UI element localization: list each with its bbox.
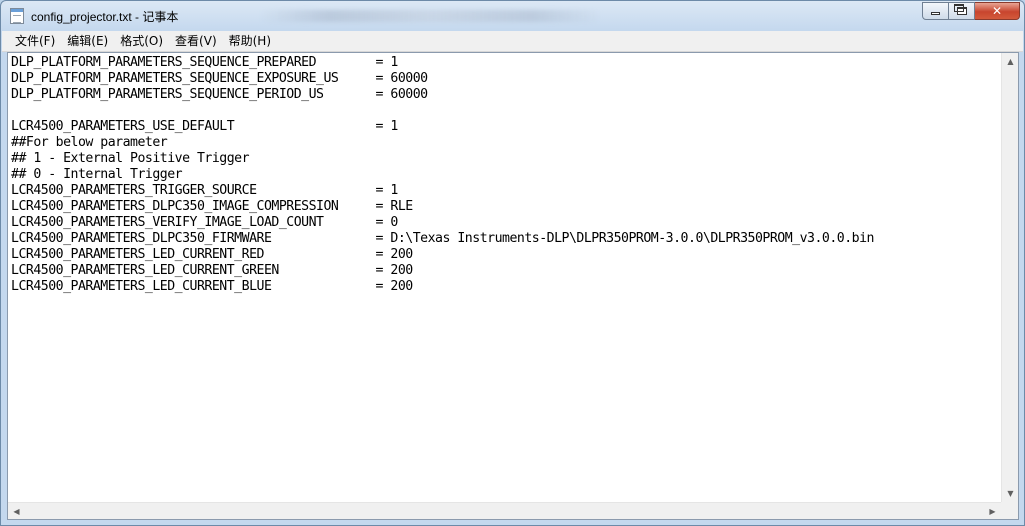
text-line: LCR4500_PARAMETERS_VERIFY_IMAGE_LOAD_COU… [11, 215, 398, 230]
text-line: LCR4500_PARAMETERS_TRIGGER_SOURCE = 1 [11, 183, 398, 198]
text-line [11, 103, 1001, 119]
scrollbar-corner [1001, 502, 1018, 519]
text-line: DLP_PLATFORM_PARAMETERS_SEQUENCE_PREPARE… [11, 55, 398, 70]
window-title: config_projector.txt - 记事本 [31, 10, 179, 24]
arrow-right-icon[interactable]: ▶ [984, 503, 1001, 520]
text-editor[interactable]: DLP_PLATFORM_PARAMETERS_SEQUENCE_PREPARE… [7, 52, 1019, 520]
text-line: LCR4500_PARAMETERS_LED_CURRENT_BLUE = 20… [11, 279, 413, 294]
text-line: LCR4500_PARAMETERS_DLPC350_IMAGE_COMPRES… [11, 199, 413, 214]
menu-bar: 文件(F) 编辑(E) 格式(O) 查看(V) 帮助(H) [2, 31, 1023, 52]
text-line: LCR4500_PARAMETERS_USE_DEFAULT = 1 [11, 119, 398, 134]
notepad-window: config_projector.txt - 记事本 ✕ 文件(F) 编辑(E)… [0, 0, 1025, 526]
menu-view[interactable]: 查看(V) [169, 31, 223, 51]
text-line: ## 1 - External Positive Trigger [11, 151, 250, 166]
vertical-scrollbar[interactable]: ▲ ▼ [1001, 53, 1018, 502]
text-line: LCR4500_PARAMETERS_LED_CURRENT_GREEN = 2… [11, 263, 413, 278]
arrow-left-icon[interactable]: ◀ [8, 503, 25, 520]
text-line: ## 0 - Internal Trigger [11, 167, 183, 182]
minimize-icon [931, 12, 940, 15]
minimize-button[interactable] [922, 2, 949, 20]
menu-edit[interactable]: 编辑(E) [61, 31, 114, 51]
menu-file[interactable]: 文件(F) [2, 31, 61, 51]
text-line: ##For below parameter [11, 135, 168, 150]
notepad-icon[interactable] [10, 8, 24, 24]
title-bar[interactable]: config_projector.txt - 记事本 ✕ [1, 1, 1024, 31]
close-button[interactable]: ✕ [975, 2, 1020, 20]
maximize-icon [953, 4, 967, 15]
menu-format[interactable]: 格式(O) [114, 31, 169, 51]
arrow-down-icon[interactable]: ▼ [1002, 485, 1019, 502]
text-line: LCR4500_PARAMETERS_DLPC350_FIRMWARE = D:… [11, 231, 875, 246]
text-line: DLP_PLATFORM_PARAMETERS_SEQUENCE_PERIOD_… [11, 87, 428, 102]
text-content[interactable]: DLP_PLATFORM_PARAMETERS_SEQUENCE_PREPARE… [8, 53, 1001, 502]
window-controls: ✕ [922, 2, 1020, 21]
text-line: LCR4500_PARAMETERS_LED_CURRENT_RED = 200 [11, 247, 413, 262]
text-line: DLP_PLATFORM_PARAMETERS_SEQUENCE_EXPOSUR… [11, 71, 428, 86]
horizontal-scrollbar[interactable]: ◀ ▶ [8, 502, 1001, 519]
redacted-title-area [261, 10, 601, 22]
menu-help[interactable]: 帮助(H) [223, 31, 277, 51]
maximize-button[interactable] [949, 2, 975, 20]
close-icon: ✕ [991, 4, 1003, 18]
arrow-up-icon[interactable]: ▲ [1002, 53, 1019, 70]
